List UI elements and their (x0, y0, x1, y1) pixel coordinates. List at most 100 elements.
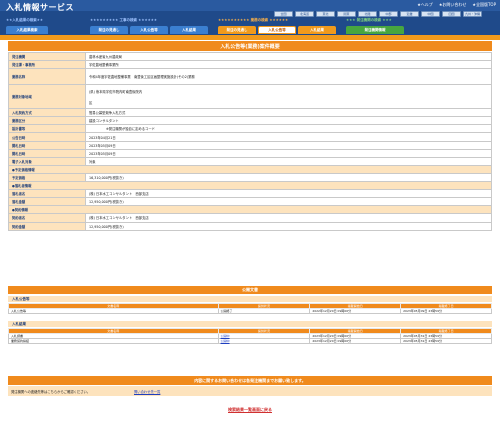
group-heading-rakusatsu: ●落札者情報 (8, 181, 492, 191)
tab-koji-mitoshi[interactable]: 発注の見通し (90, 26, 128, 34)
tab-gyomu-kekka[interactable]: 入札結果 (298, 26, 336, 34)
region-button-hokuriku[interactable]: 北陸 (358, 11, 377, 17)
field-label: 落札者名 (8, 189, 86, 199)
tab-hatchu-kikan[interactable]: 発注機関情報 (346, 26, 404, 34)
app-title: 入札情報サービス (6, 3, 74, 12)
field-value: 2023年05月09日 (85, 140, 492, 150)
field-value: 対象 (85, 156, 492, 166)
field-value: 12,950,000円(税抜き) (85, 197, 492, 207)
table-row: 業務区分 建設コンサルタント (8, 116, 492, 126)
field-label: 入札契約方式 (8, 108, 86, 118)
national-top-link[interactable]: ★全国版TOP (472, 2, 496, 8)
region-button-chubu[interactable]: 中部 (379, 11, 398, 17)
table-row: 設計書等 ※発注機関が独自に定めるコード (8, 124, 492, 134)
help-link[interactable]: ★ヘルプ (417, 2, 433, 8)
field-label: 落札金額 (8, 197, 86, 207)
table-row: 発注課・事務所 宇佐農地整備事業所 (8, 60, 492, 70)
field-label: 業務区分 (8, 116, 86, 126)
back-to-results-link[interactable]: 検索結果一覧画面に戻る (0, 407, 500, 413)
field-label: 開札日時 (8, 148, 86, 158)
section-title-gyomu: ★★★★★★★★★★ 業務の検索 ★★★★★★ (218, 18, 289, 22)
tab-koji-koukoku[interactable]: 入札公告等 (130, 26, 168, 34)
tab-koji-kekka[interactable]: 入札結果 (170, 26, 208, 34)
table-row: 公告日時 2023年04月21日 (8, 132, 492, 142)
panel-title: 入札公告等(業務)案件概要 (8, 41, 492, 51)
group-row: ●契約情報 (8, 205, 492, 215)
table-row: 契約金額 12,950,000円(税抜き) (8, 221, 492, 231)
field-value: ※発注機関が独自に定めるコード (85, 124, 492, 134)
area-line-1: (県) 熊本県宇佐市院内町南豊後院内 (89, 89, 143, 94)
field-label: 公告日時 (8, 132, 86, 142)
region-button-kanto[interactable]: 関東 (337, 11, 356, 17)
documents-koukoku-heading: 入札公告等 (8, 296, 492, 302)
contact-row: 発注機関への連絡先等はこちらからご確認ください。 問い合わせ先一覧 (8, 386, 492, 396)
region-button-zenkoku[interactable]: 全国 (274, 11, 293, 17)
table-row: 落札者名 (株) 日本水工コンサルタント 西部支店 (8, 189, 492, 199)
top-links: ★ヘルプ ★お問い合わせ ★全国版TOP (417, 2, 496, 8)
document-name: 入札公告等 (8, 308, 219, 314)
tab-gyomu-koukoku[interactable]: 入札公告等 (258, 26, 296, 34)
site-header: 入札情報サービス ★ヘルプ ★お問い合わせ ★全国版TOP 全国 北海道 東北 … (0, 0, 500, 40)
group-row: ●落札者情報 (8, 181, 492, 191)
field-value: 簡易公募型競争入札方式 (85, 108, 492, 118)
section-title-hatchu: ★★★ 発注機関の検索 ★★★ (346, 18, 392, 22)
document-name: 業務契約締結 (8, 338, 219, 344)
region-button-kinki[interactable]: 近畿 (400, 11, 419, 17)
tab-gyomu-mitoshi[interactable]: 発注の見通し (218, 26, 256, 34)
header-bottom-bar (0, 35, 500, 40)
field-value: 令和4年度宇佐農地整備事業 南豊後工区区画整理実施設計(その2)業務 (85, 68, 492, 86)
field-label: 契約金額 (8, 221, 86, 231)
region-selector: 全国 北海道 東北 関東 北陸 中部 近畿 中国 四国 九州・沖縄 (274, 11, 498, 17)
section-title-nyusatsu: ★★入札結果の検索★★ (6, 18, 44, 22)
document-end-date: 2023年05月31日 23時59分 (400, 338, 492, 344)
region-button-chugoku[interactable]: 中国 (421, 11, 440, 17)
contact-list-link[interactable]: 問い合わせ先一覧 (134, 390, 160, 394)
detail-table: 発注機関 農林水産省九州農政局 発注課・事務所 宇佐農地整備事業所 業務名称 令和4年… (8, 51, 492, 231)
document-status: 公開中 (217, 338, 311, 344)
field-label: 業務名称 (8, 68, 86, 86)
field-label: 電子入札対象 (8, 156, 86, 166)
group-row: ●予定価格情報 (8, 164, 492, 174)
documents-kekka-heading: 入札結果 (8, 321, 492, 327)
table-row: 業務契約締結 公開中 2023年12月20日 09時00分 2023年05月31… (8, 338, 492, 344)
contact-title: 内容に関するお問い合わせは各発注機関までお願い致します。 (8, 376, 492, 385)
documents-title: 公開文書 (8, 286, 492, 294)
region-button-hokkaido[interactable]: 北海道 (295, 11, 314, 17)
document-end-date: 2023年05月09日 23時59分 (400, 308, 492, 314)
field-label: 予定価格 (8, 172, 86, 183)
document-open-link[interactable]: 公開中 (221, 334, 230, 338)
region-button-tohoku[interactable]: 東北 (316, 11, 335, 17)
table-row: 発注機関 農林水産省九州農政局 (8, 51, 492, 62)
documents-kekka-table: 文書名称 提供状況 掲載開始日 掲載終了日 入札調書 公開中 2023年12月2… (8, 328, 492, 344)
table-row: 電子入札対象 対象 (8, 156, 492, 166)
region-button-kyushu[interactable]: 九州・沖縄 (463, 11, 482, 17)
tab-row: 入札結果検索 発注の見通し 入札公告等 入札結果 発注の見通し 入札公告等 入札… (0, 26, 500, 35)
field-value: (県) 熊本県宇佐市院内町南豊後院内区 (85, 84, 492, 110)
document-open-link[interactable]: 公開中 (221, 339, 230, 343)
group-heading-keiyaku: ●契約情報 (8, 205, 492, 215)
field-value: 農林水産省九州農政局 (85, 51, 492, 62)
field-label: 発注課・事務所 (8, 60, 86, 70)
documents-koukoku-table: 文書名称 提供状況 掲載開始日 掲載終了日 入札公告等 公開終了 2022年12… (8, 303, 492, 314)
contact-link-cell: 問い合わせ先一覧 (130, 389, 160, 394)
document-status: 公開終了 (217, 308, 311, 314)
field-label: 設計書等 (8, 124, 86, 134)
field-value: 建設コンサルタント (85, 116, 492, 126)
region-button-shikoku[interactable]: 四国 (442, 11, 461, 17)
tab-nyusatsu-kekka-kensaku[interactable]: 入札結果検索 (6, 26, 48, 34)
contact-label: 発注機関への連絡先等はこちらからご確認ください。 (11, 389, 91, 394)
table-row: 入札契約方式 簡易公募型競争入札方式 (8, 108, 492, 118)
field-value: 12,950,000円(税抜き) (85, 221, 492, 231)
table-row: 契約者名 (株) 日本水工コンサルタント 西部支店 (8, 213, 492, 223)
contact-link[interactable]: ★お問い合わせ (439, 2, 467, 8)
field-label: 業務対象地域 (8, 84, 86, 110)
field-value: 16,310,000円(税抜き) (85, 172, 492, 183)
table-row: 予定価格 16,310,000円(税抜き) (8, 172, 492, 183)
field-label: 発注機関 (8, 51, 86, 62)
field-label: 契約者名 (8, 213, 86, 223)
document-start-date: 2022年12月20日 09時00分 (309, 308, 402, 314)
field-value: 宇佐農地整備事業所 (85, 60, 492, 70)
table-row: 開札日時 2023年05月09日 (8, 140, 492, 150)
table-row: 開札日時 2023年05月09日 (8, 148, 492, 158)
section-titles: ★★入札結果の検索★★ ★★★★★★★★★ 工事の検索 ★★★★★★ ★★★★★… (0, 18, 500, 25)
